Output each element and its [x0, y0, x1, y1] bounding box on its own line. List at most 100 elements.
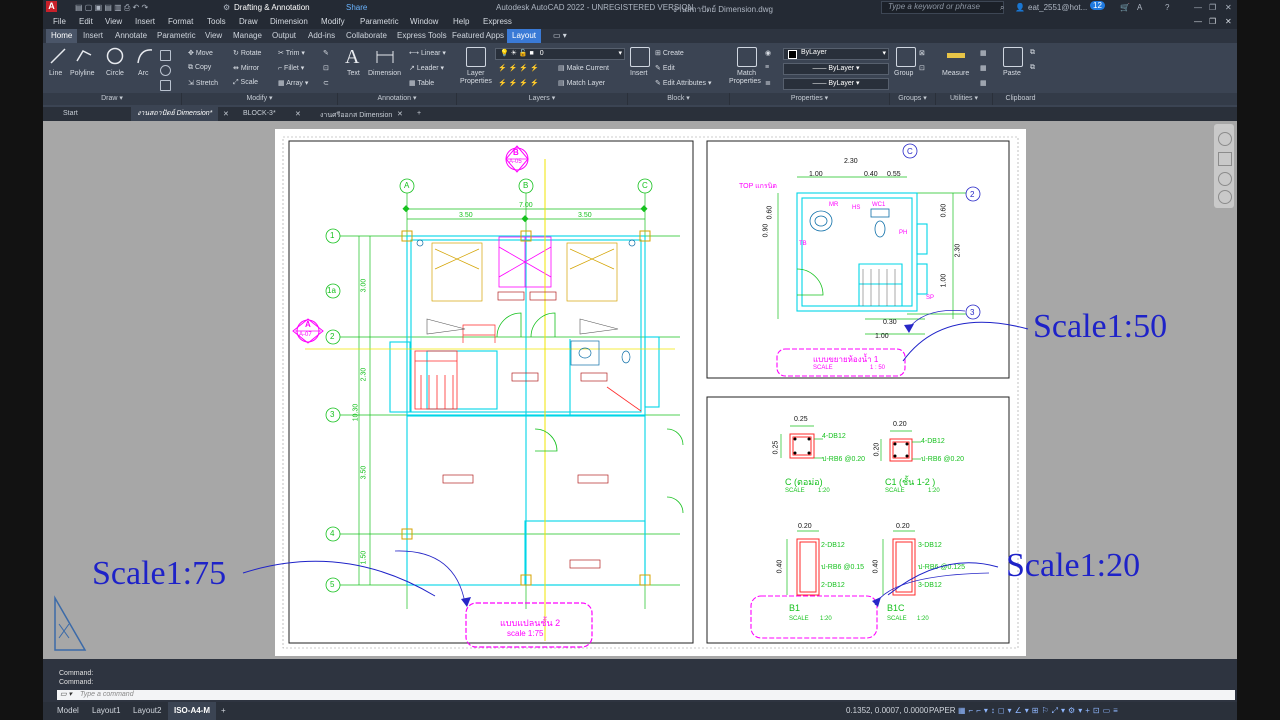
cut-icon[interactable]: ⧉ [1030, 64, 1035, 72]
tab-view[interactable]: View [205, 31, 222, 40]
restore-icon[interactable]: ❐ [1209, 3, 1216, 12]
doc-tab-block-close-icon[interactable]: ✕ [295, 110, 301, 118]
linetype-icon[interactable]: ≣ [765, 79, 771, 87]
explode-icon[interactable]: ⊡ [323, 64, 329, 72]
quick-select-icon[interactable]: ▦ [980, 64, 987, 72]
edit-block-tool[interactable]: ✎ Edit [655, 64, 675, 72]
calculator-icon[interactable]: ▦ [980, 49, 987, 57]
dimension-tool-icon[interactable] [375, 47, 394, 65]
tab-add-ins[interactable]: Add-ins [308, 31, 335, 40]
arc-tool-label[interactable]: Arc [138, 70, 149, 77]
menu-parametric[interactable]: Parametric [360, 17, 399, 26]
clipboard-panel-title[interactable]: Clipboard [993, 93, 1048, 105]
pan-icon[interactable] [1218, 152, 1232, 166]
workspace-switcher[interactable]: Drafting & Annotation [234, 3, 310, 12]
command-input[interactable]: ▭ ▾ Type a command [57, 690, 1235, 700]
match-properties-label-1[interactable]: Match [737, 70, 756, 77]
menu-tools[interactable]: Tools [207, 17, 226, 26]
tab-layout[interactable]: Layout [507, 29, 542, 43]
autodesk-app-icon[interactable]: A [1137, 3, 1142, 12]
doc-tab-start[interactable]: Start [63, 110, 78, 117]
measure-label[interactable]: Measure [942, 70, 969, 77]
menu-modify[interactable]: Modify [321, 17, 345, 26]
tab-insert[interactable]: Insert [83, 31, 103, 40]
table-tool[interactable]: ▦ Table [409, 79, 434, 87]
doc-tab-block[interactable]: BLOCK-3* [243, 110, 276, 117]
line-tool-icon[interactable] [49, 47, 67, 65]
trim-tool[interactable]: ✂ Trim ▾ [278, 49, 305, 57]
mirror-tool[interactable]: ⇹ Mirror [233, 64, 259, 72]
hatch-icon[interactable] [160, 65, 171, 76]
tab-home[interactable]: Home [46, 29, 78, 43]
arc-tool-icon[interactable] [136, 47, 154, 65]
minimize-icon[interactable]: — [1194, 3, 1202, 12]
navigation-bar[interactable] [1214, 124, 1234, 208]
line-tool-label[interactable]: Line [49, 70, 62, 77]
doc-tab-active[interactable]: งานสถาปัตย์ Dimension* [131, 107, 219, 121]
iso-a4-m-tab[interactable]: ISO-A4-M [168, 702, 216, 720]
cart-icon[interactable]: 🛒 [1120, 3, 1130, 12]
modify-panel-title[interactable]: Modify ▾ [182, 93, 338, 105]
edit-attributes-tool[interactable]: ✎ Edit Attributes ▾ [655, 79, 711, 87]
array-tool[interactable]: ▦ Array ▾ [278, 79, 308, 87]
block-panel-title[interactable]: Block ▾ [628, 93, 730, 105]
gear-icon[interactable]: ⚙ [223, 3, 230, 12]
fillet-tool[interactable]: ⌐ Fillet ▾ [278, 64, 304, 72]
orbit-icon[interactable] [1218, 190, 1232, 204]
copy-tool[interactable]: ⧉ Copy [188, 64, 211, 72]
polyline-tool-label[interactable]: Polyline [70, 70, 95, 77]
tab-featured-apps[interactable]: Featured Apps [452, 31, 504, 40]
menu-view[interactable]: View [105, 17, 122, 26]
linetype-dropdown[interactable]: —— ByLayer ▾ [783, 78, 889, 90]
draw-panel-title[interactable]: Draw ▾ [43, 93, 182, 105]
dimension-tool-label[interactable]: Dimension [368, 70, 401, 77]
group-label[interactable]: Group [894, 70, 913, 77]
lineweight-icon[interactable]: ≡ [765, 64, 769, 71]
point-style-icon[interactable]: ▦ [980, 79, 987, 87]
drawing-canvas[interactable]: A B C 1 1a 2 3 4 5 7.00 3.50 3.50 3.00 2… [43, 121, 1237, 659]
tab-output[interactable]: Output [272, 31, 296, 40]
scale-tool[interactable]: ⤢ Scale [233, 79, 258, 87]
paper-space-toggle[interactable]: PAPER [929, 706, 956, 715]
linear-tool[interactable]: ⟷ Linear ▾ [409, 49, 446, 57]
command-prompt-icon[interactable]: ▭ ▾ [60, 691, 72, 698]
doc-tab-other[interactable]: งานศรีออกส Dimension [320, 110, 392, 121]
utilities-panel-title[interactable]: Utilities ▾ [936, 93, 993, 105]
menu-file[interactable]: File [53, 17, 66, 26]
doc-close-icon[interactable]: ✕ [1225, 17, 1232, 26]
status-toggle-icons[interactable]: ▦⌐⌐▾↕◻▾∠▾⊞⚐⤢▾⚙▾+⊡▭≡ [958, 706, 1121, 716]
circle-tool-label[interactable]: Circle [106, 70, 124, 77]
ungroup-icon[interactable]: ⊠ [919, 49, 925, 57]
menu-format[interactable]: Format [168, 17, 193, 26]
tab-annotate[interactable]: Annotate [115, 31, 147, 40]
layer-properties-label-2[interactable]: Properties [460, 78, 492, 85]
text-tool-label[interactable]: Text [347, 70, 360, 77]
match-properties-icon[interactable] [737, 47, 757, 67]
lineweight-dropdown[interactable]: —— ByLayer ▾ [783, 63, 889, 75]
color-wheel-icon[interactable]: ◉ [765, 49, 771, 57]
doc-minimize-icon[interactable]: — [1194, 17, 1202, 26]
erase-icon[interactable]: ✎ [323, 49, 329, 57]
group-edit-icon[interactable]: ⊡ [919, 64, 925, 72]
layer-tools-row-1[interactable]: ⚡ ⚡ ⚡ ⚡ [498, 64, 539, 72]
layout1-tab[interactable]: Layout1 [92, 706, 120, 715]
polyline-tool-icon[interactable] [75, 47, 93, 65]
menu-dimension[interactable]: Dimension [270, 17, 308, 26]
match-layer-tool[interactable]: ▤ Match Layer [558, 79, 605, 87]
menu-express[interactable]: Express [483, 17, 512, 26]
layout2-tab[interactable]: Layout2 [133, 706, 161, 715]
layers-panel-title[interactable]: Layers ▾ [457, 93, 628, 105]
tab-parametric[interactable]: Parametric [157, 31, 196, 40]
text-tool-icon[interactable]: A [345, 46, 359, 69]
menu-edit[interactable]: Edit [79, 17, 93, 26]
group-icon[interactable] [896, 47, 916, 67]
rotate-tool[interactable]: ↻ Rotate [233, 49, 261, 57]
leader-tool[interactable]: ↗ Leader ▾ [409, 64, 444, 72]
rectangle-icon[interactable] [160, 50, 171, 61]
tab-collaborate[interactable]: Collaborate [346, 31, 387, 40]
insert-block-label[interactable]: Insert [630, 70, 648, 77]
menu-draw[interactable]: Draw [239, 17, 258, 26]
layer-tools-row-2[interactable]: ⚡ ⚡ ⚡ ⚡ [498, 79, 539, 87]
layer-dropdown[interactable]: 💡 ☀ 🔓 ■ 0 ▾ [495, 48, 625, 60]
close-icon[interactable]: ✕ [1225, 3, 1232, 12]
